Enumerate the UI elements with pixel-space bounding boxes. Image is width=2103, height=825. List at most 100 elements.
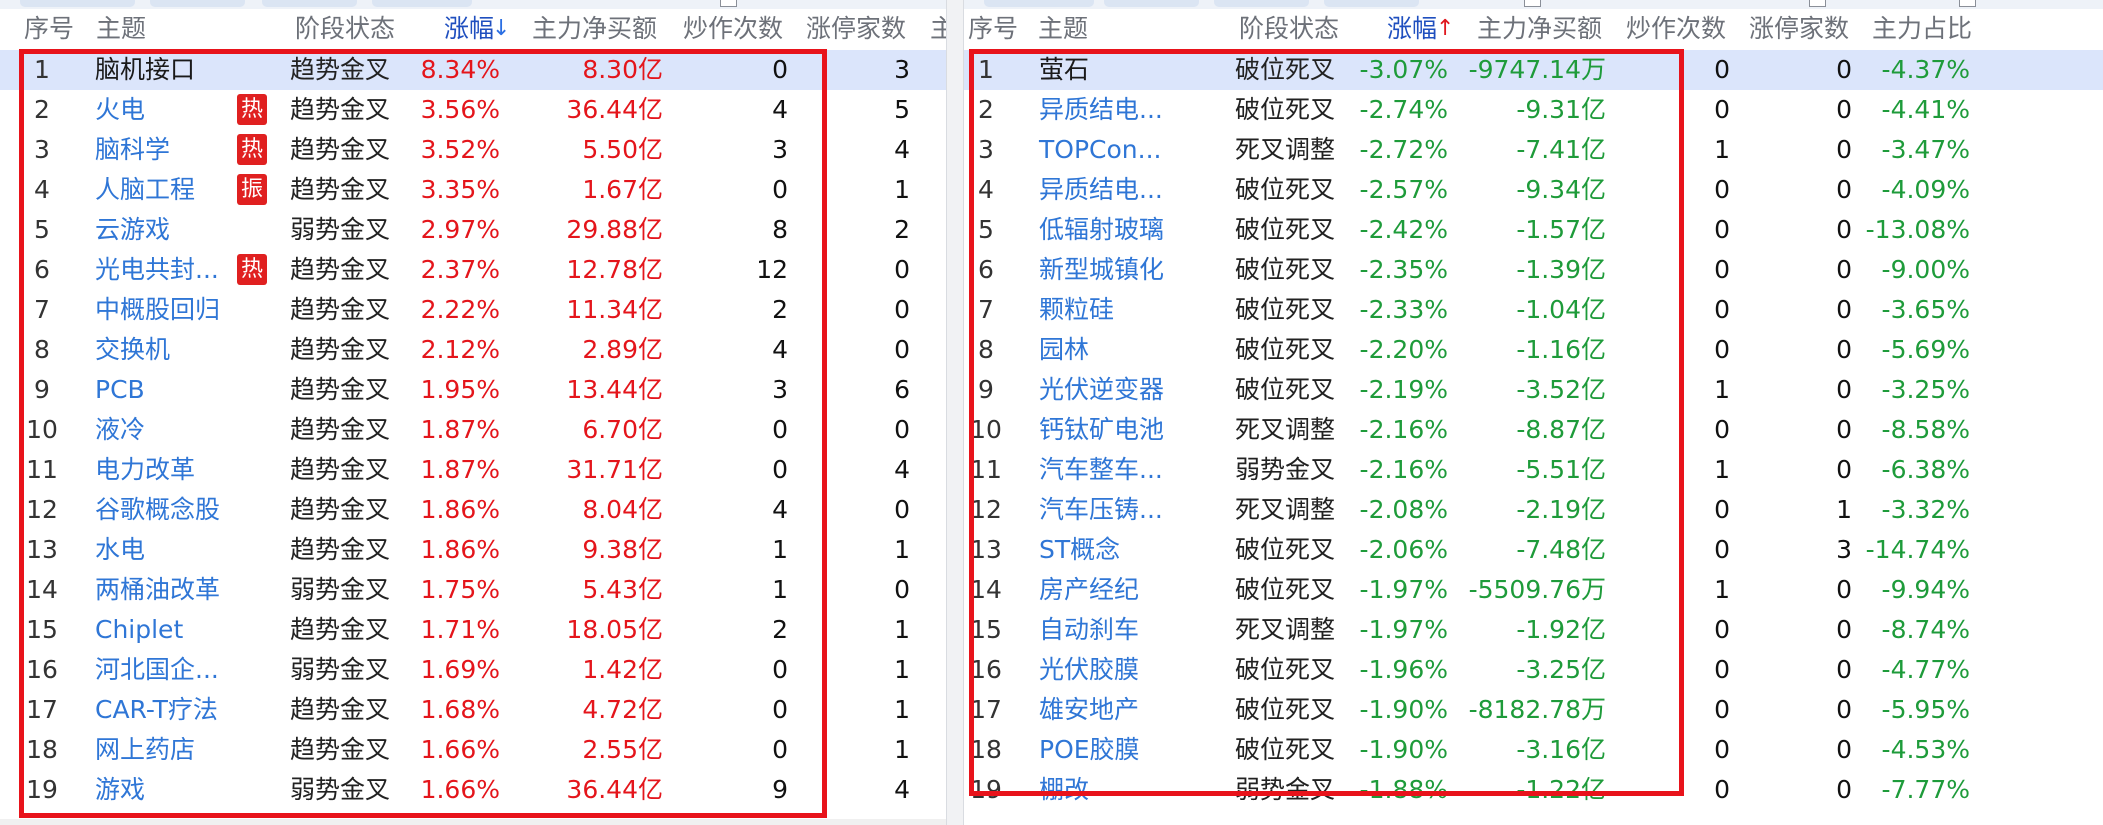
sector-name-link[interactable]: 中概股回归 [95,290,220,330]
sector-name-link[interactable]: POE胶膜 [1039,730,1140,770]
left-tab-2[interactable] [150,0,245,7]
left-tab-4[interactable] [372,0,472,7]
table-row[interactable]: 17 CAR-T疗法 趋势金叉 1.68% 4.72亿 0 1 [0,690,946,730]
table-row[interactable]: 9 光伏逆变器 破位死叉 -2.19% -3.52亿 1 0 -3.25% [964,370,2103,410]
header-main-ratio[interactable]: 主力占比 [1872,10,1972,48]
sector-name-link[interactable]: 异质结电... [1039,170,1163,210]
sector-name-link[interactable]: CAR-T疗法 [95,690,218,730]
table-row[interactable]: 11 电力改革 趋势金叉 1.87% 31.71亿 0 4 [0,450,946,490]
header-net-buy[interactable]: 主力净买额 [1477,10,1602,48]
sector-name-link[interactable]: 颗粒硅 [1039,290,1114,330]
table-row[interactable]: 9 PCB 趋势金叉 1.95% 13.44亿 3 6 [0,370,946,410]
sector-name-link[interactable]: 棚改 [1039,770,1089,810]
header-change[interactable]: 涨幅 [444,10,494,48]
sector-name-link[interactable]: 水电 [95,530,145,570]
table-row[interactable]: 16 河北国企... 弱势金叉 1.69% 1.42亿 0 1 [0,650,946,690]
header-limit-up-count[interactable]: 涨停家数 [806,10,906,48]
left-option-checkbox-1[interactable] [720,0,737,7]
sector-name-link[interactable]: 人脑工程 [95,170,195,210]
table-row[interactable]: 10 钙钛矿电池 死叉调整 -2.16% -8.87亿 0 0 -8.58% [964,410,2103,450]
header-stage[interactable]: 阶段状态 [295,10,395,48]
sector-name-link[interactable]: PCB [95,370,145,410]
sector-name-link[interactable]: 园林 [1039,330,1089,370]
table-row[interactable]: 6 光电共封... 热趋势金叉 2.37% 12.78亿 12 0 [0,250,946,290]
sector-name-link[interactable]: 雄安地产 [1039,690,1139,730]
sector-name-link[interactable]: 异质结电... [1039,90,1163,130]
table-row[interactable]: 10 液冷 趋势金叉 1.87% 6.70亿 0 0 [0,410,946,450]
header-hype-count[interactable]: 炒作次数 [683,10,783,48]
header-stage[interactable]: 阶段状态 [1239,10,1339,48]
table-row[interactable]: 16 光伏胶膜 破位死叉 -1.96% -3.25亿 0 0 -4.77% [964,650,2103,690]
header-index[interactable]: 序号 [968,10,1018,48]
table-row[interactable]: 17 雄安地产 破位死叉 -1.90% -8182.78万 0 0 -5.95% [964,690,2103,730]
table-row[interactable]: 4 异质结电... 破位死叉 -2.57% -9.34亿 0 0 -4.09% [964,170,2103,210]
sector-name-link[interactable]: 游戏 [95,770,145,810]
table-row[interactable]: 13 水电 趋势金叉 1.86% 9.38亿 1 1 [0,530,946,570]
right-option-checkbox-2[interactable] [1809,0,1826,7]
sector-name-link[interactable]: 汽车压铸... [1039,490,1163,530]
table-row[interactable]: 18 网上药店 趋势金叉 1.66% 2.55亿 0 1 [0,730,946,770]
sector-name-link[interactable]: 电力改革 [95,450,195,490]
sector-name-link[interactable]: 谷歌概念股 [95,490,220,530]
header-main-partial[interactable]: 主 [930,10,946,48]
table-row[interactable]: 12 谷歌概念股 趋势金叉 1.86% 8.04亿 4 0 [0,490,946,530]
sector-name-link[interactable]: 自动刹车 [1039,610,1139,650]
table-row[interactable]: 7 中概股回归 趋势金叉 2.22% 11.34亿 2 0 [0,290,946,330]
table-row[interactable]: 1 萤石 破位死叉 -3.07% -9747.14万 0 0 -4.37% [964,50,2103,90]
right-tab-4[interactable] [1324,0,1419,7]
sector-name-link[interactable]: 两桶油改革 [95,570,220,610]
sector-name-link[interactable]: 脑科学 [95,130,170,170]
table-row[interactable]: 8 园林 破位死叉 -2.20% -1.16亿 0 0 -5.69% [964,330,2103,370]
sector-name-link[interactable]: TOPCon... [1039,130,1161,170]
sector-name-link[interactable]: 房产经纪 [1039,570,1139,610]
sector-name-link[interactable]: 交换机 [95,330,170,370]
sector-name-link[interactable]: 火电 [95,90,145,130]
sector-name-link[interactable]: 液冷 [95,410,145,450]
header-theme[interactable]: 主题 [1038,10,1088,48]
sector-name-link[interactable]: 低辐射玻璃 [1039,210,1164,250]
table-row[interactable]: 18 POE胶膜 破位死叉 -1.90% -3.16亿 0 0 -4.53% [964,730,2103,770]
sector-name-link[interactable]: 云游戏 [95,210,170,250]
header-net-buy[interactable]: 主力净买额 [532,10,657,48]
sector-name-link[interactable]: ST概念 [1039,530,1120,570]
table-row[interactable]: 13 ST概念 破位死叉 -2.06% -7.48亿 0 3 -14.74% [964,530,2103,570]
sector-name-link[interactable]: 脑机接口 [95,50,195,90]
table-row[interactable]: 5 云游戏 弱势金叉 2.97% 29.88亿 8 2 [0,210,946,250]
table-row[interactable]: 2 异质结电... 破位死叉 -2.74% -9.31亿 0 0 -4.41% [964,90,2103,130]
right-option-checkbox-3[interactable] [1959,0,1976,7]
panel-divider[interactable] [946,0,964,825]
table-row[interactable]: 15 自动刹车 死叉调整 -1.97% -1.92亿 0 0 -8.74% [964,610,2103,650]
table-row[interactable]: 14 房产经纪 破位死叉 -1.97% -5509.76万 1 0 -9.94% [964,570,2103,610]
table-row[interactable]: 4 人脑工程 振趋势金叉 3.35% 1.67亿 0 1 [0,170,946,210]
right-tab-2[interactable] [1104,0,1199,7]
table-row[interactable]: 5 低辐射玻璃 破位死叉 -2.42% -1.57亿 0 0 -13.08% [964,210,2103,250]
table-row[interactable]: 1 脑机接口 趋势金叉 8.34% 8.30亿 0 3 [0,50,946,90]
header-change[interactable]: 涨幅 [1387,10,1437,48]
sector-name-link[interactable]: 光伏胶膜 [1039,650,1139,690]
header-index[interactable]: 序号 [24,10,74,48]
sector-name-link[interactable]: Chiplet [95,610,183,650]
sector-name-link[interactable]: 钙钛矿电池 [1039,410,1164,450]
table-row[interactable]: 15 Chiplet 趋势金叉 1.71% 18.05亿 2 1 [0,610,946,650]
sector-name-link[interactable]: 新型城镇化 [1039,250,1164,290]
right-tab-3[interactable] [1214,0,1309,7]
sector-name-link[interactable]: 光电共封... [95,250,219,290]
header-theme[interactable]: 主题 [96,10,146,48]
table-row[interactable]: 19 游戏 弱势金叉 1.66% 36.44亿 9 4 [0,770,946,810]
sector-name-link[interactable]: 汽车整车... [1039,450,1163,490]
sector-name-link[interactable]: 萤石 [1039,50,1089,90]
table-row[interactable]: 12 汽车压铸... 死叉调整 -2.08% -2.19亿 0 1 -3.32% [964,490,2103,530]
table-row[interactable]: 14 两桶油改革 弱势金叉 1.75% 5.43亿 1 0 [0,570,946,610]
table-row[interactable]: 11 汽车整车... 弱势金叉 -2.16% -5.51亿 1 0 -6.38% [964,450,2103,490]
sector-name-link[interactable]: 河北国企... [95,650,219,690]
header-limit-up-count[interactable]: 涨停家数 [1749,10,1849,48]
table-row[interactable]: 19 棚改 弱势金叉 -1.88% -1.22亿 0 0 -7.77% [964,770,2103,810]
table-row[interactable]: 6 新型城镇化 破位死叉 -2.35% -1.39亿 0 0 -9.00% [964,250,2103,290]
table-row[interactable]: 3 脑科学 热趋势金叉 3.52% 5.50亿 3 4 [0,130,946,170]
right-tab-1[interactable] [984,0,1094,7]
right-option-checkbox-1[interactable] [1524,0,1541,7]
left-tab-1[interactable] [20,0,135,7]
left-tab-3[interactable] [262,0,357,7]
table-row[interactable]: 2 火电 热趋势金叉 3.56% 36.44亿 4 5 [0,90,946,130]
table-row[interactable]: 3 TOPCon... 死叉调整 -2.72% -7.41亿 1 0 -3.47% [964,130,2103,170]
